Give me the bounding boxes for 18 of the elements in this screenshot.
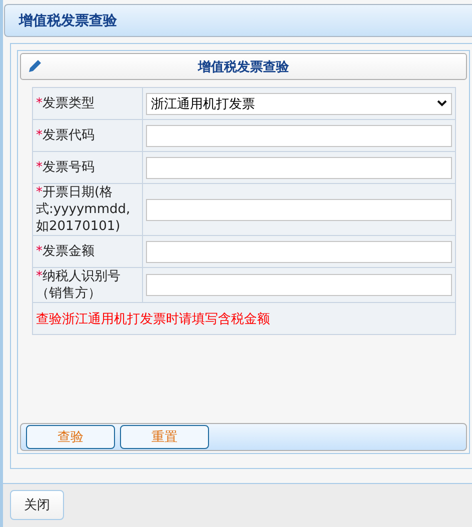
invoice-type-select[interactable]: 浙江通用机打发票	[146, 92, 452, 114]
input-field[interactable]	[146, 198, 452, 220]
field-label: *纳税人识别号（销售方）	[36, 269, 120, 301]
field-label: *发票金额	[36, 244, 94, 259]
field-label: *开票日期(格式:yyyymmdd,如20170101)	[36, 185, 130, 234]
chevron-down-icon	[437, 100, 447, 107]
window-title: 增值税发票查验	[19, 12, 117, 30]
field-label: *发票号码	[36, 160, 94, 175]
field-label: *发票类型	[36, 96, 94, 111]
input-field[interactable]	[146, 274, 452, 296]
field-label: *发票代码	[36, 128, 94, 143]
hint-text: 查验浙江通用机打发票时请填写含税金额	[36, 312, 270, 326]
close-button[interactable]: 关闭	[10, 490, 64, 520]
input-field[interactable]	[146, 124, 452, 146]
input-field[interactable]	[146, 156, 452, 178]
pencil-icon	[28, 59, 42, 73]
panel-title: 增值税发票查验	[198, 58, 289, 76]
input-field[interactable]	[146, 240, 452, 262]
